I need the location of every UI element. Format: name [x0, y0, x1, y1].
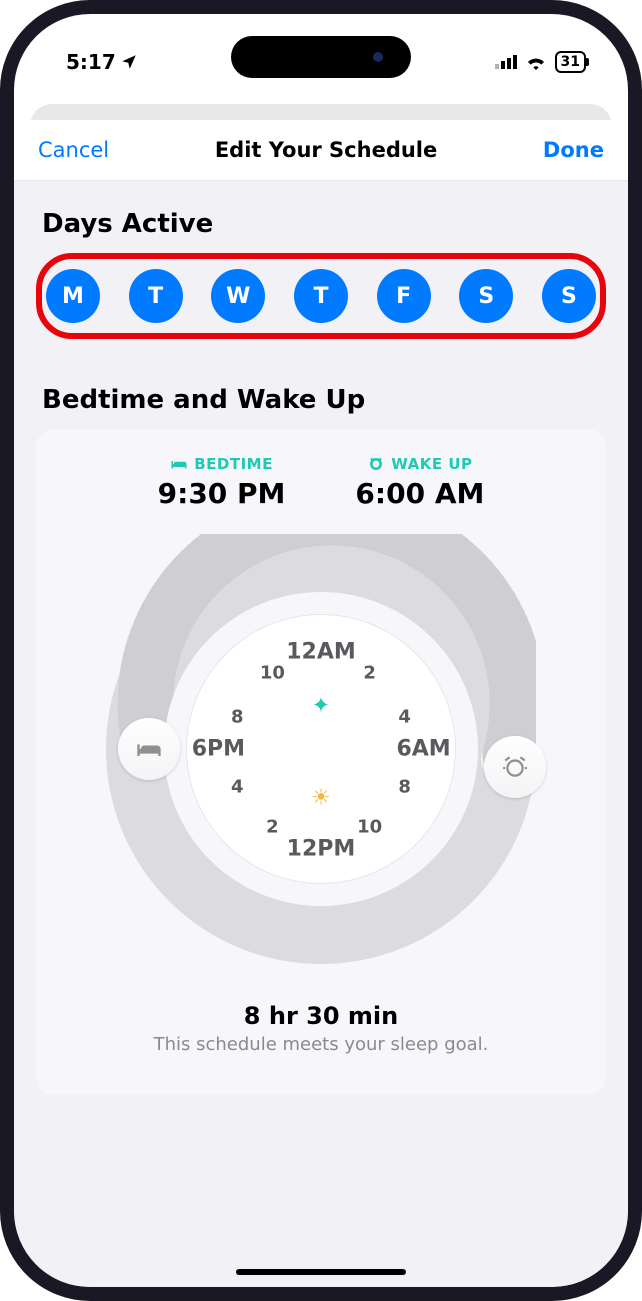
done-button[interactable]: Done: [543, 138, 604, 162]
sleep-clock[interactable]: 12AM 2 4 6AM 8 10 12PM 2 4 6PM 8 10: [106, 534, 536, 964]
sleep-card: BEDTIME 9:30 PM WAKE UP 6:00 AM: [36, 429, 606, 1095]
days-active-row: M T W T F S S: [36, 253, 606, 339]
tick-12am: 12AM: [286, 639, 356, 664]
tick-10b: 10: [260, 663, 285, 684]
day-toggle-thu[interactable]: T: [294, 269, 348, 323]
bedtime-column: BEDTIME 9:30 PM: [158, 455, 286, 510]
location-icon: [120, 53, 138, 71]
bedtime-handle[interactable]: [118, 718, 180, 780]
clock-face: 12AM 2 4 6AM 8 10 12PM 2 4 6PM 8 10: [186, 614, 456, 884]
day-toggle-fri[interactable]: F: [377, 269, 431, 323]
alarm-icon: [367, 456, 385, 472]
tick-4: 4: [398, 706, 411, 727]
bed-icon: [170, 457, 188, 471]
wakeup-column: WAKE UP 6:00 AM: [355, 455, 484, 510]
iphone-frame: 5:17 31 Cancel Edit Your Schedule Done D…: [0, 0, 642, 1301]
tick-4b: 4: [231, 776, 244, 797]
edit-schedule-modal: Cancel Edit Your Schedule Done Days Acti…: [14, 120, 628, 1287]
tick-8: 8: [398, 776, 411, 797]
day-toggle-wed[interactable]: W: [211, 269, 265, 323]
day-toggle-tue[interactable]: T: [129, 269, 183, 323]
wakeup-value: 6:00 AM: [355, 477, 484, 510]
tick-2b: 2: [266, 817, 279, 838]
wakeup-handle[interactable]: [484, 736, 546, 798]
day-toggle-sun[interactable]: S: [542, 269, 596, 323]
days-active-heading: Days Active: [42, 209, 606, 239]
tick-6am: 6AM: [396, 737, 450, 762]
stars-icon: ✦: [312, 693, 330, 718]
home-indicator[interactable]: [236, 1269, 406, 1275]
sleep-goal-text: This schedule meets your sleep goal.: [56, 1034, 586, 1055]
tick-8b: 8: [231, 706, 244, 727]
tick-2: 2: [363, 663, 376, 684]
bedtime-heading: Bedtime and Wake Up: [42, 385, 606, 415]
sun-icon: ☀: [311, 785, 331, 810]
dynamic-island: [231, 36, 411, 78]
day-toggle-mon[interactable]: M: [46, 269, 100, 323]
status-time: 5:17: [66, 50, 116, 74]
tick-6pm: 6PM: [192, 737, 245, 762]
bedtime-value: 9:30 PM: [158, 477, 286, 510]
sleep-duration: 8 hr 30 min: [56, 1002, 586, 1030]
tick-12pm: 12PM: [287, 836, 356, 861]
tick-10: 10: [357, 817, 382, 838]
cancel-button[interactable]: Cancel: [38, 138, 109, 162]
battery-indicator: 31: [555, 51, 586, 73]
nav-bar: Cancel Edit Your Schedule Done: [14, 120, 628, 181]
cellular-icon: [495, 55, 517, 69]
day-toggle-sat[interactable]: S: [459, 269, 513, 323]
wifi-icon: [525, 54, 547, 70]
modal-title: Edit Your Schedule: [215, 138, 437, 162]
